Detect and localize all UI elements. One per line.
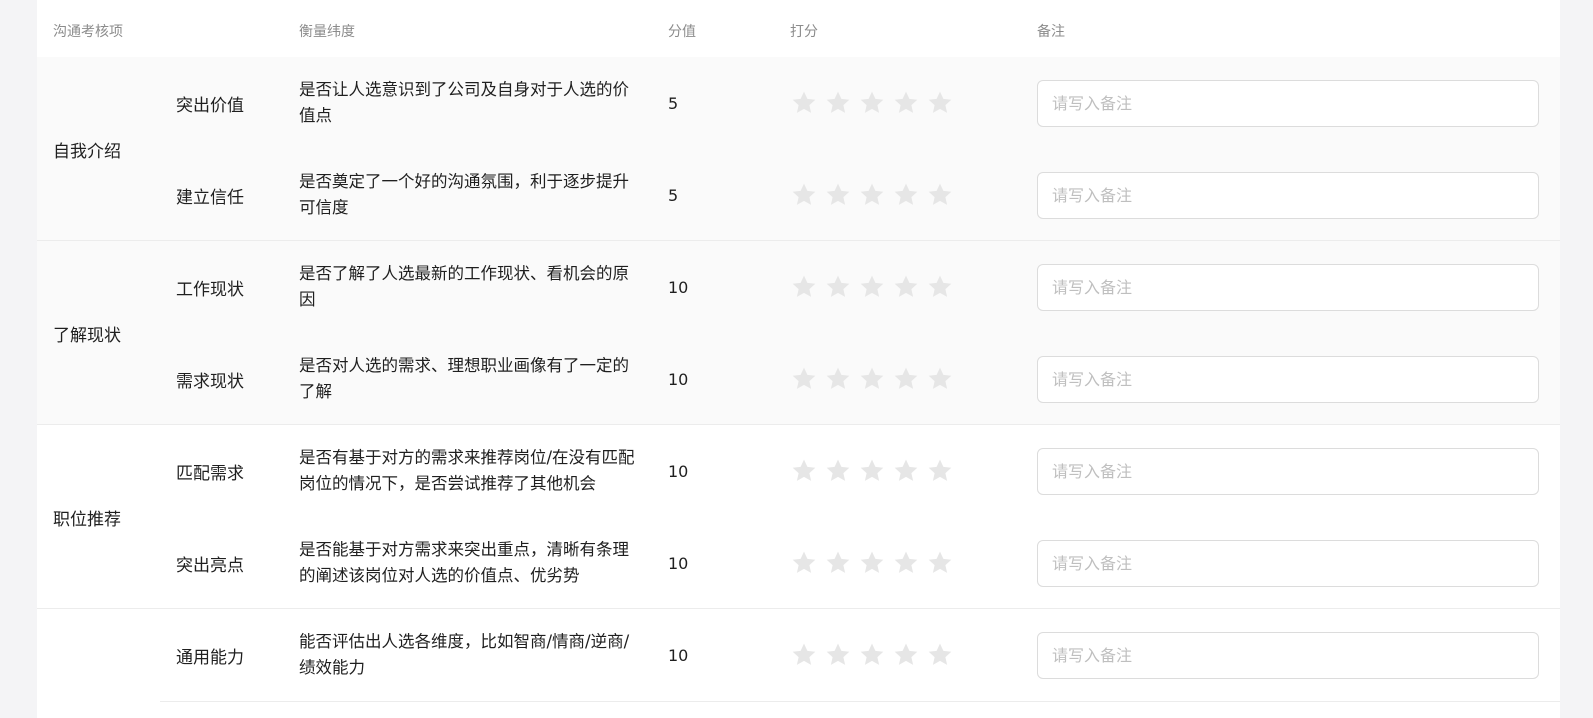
star-icon[interactable] [926, 181, 954, 209]
star-icon[interactable] [926, 89, 954, 117]
header-note: 备注 [1037, 24, 1065, 40]
evaluation-table: 沟通考核项 衡量纬度 分值 打分 备注 自我介绍 突出价值 是否让人选意识到了公… [37, 0, 1560, 718]
header-category: 沟通考核项 [53, 24, 123, 40]
star-icon[interactable] [892, 457, 920, 485]
star-icon[interactable] [858, 89, 886, 117]
star-icon[interactable] [926, 273, 954, 301]
row-dimension: 能否评估出人选各维度，比如智商/情商/逆商/绩效能力 [299, 632, 630, 677]
row-score: 10 [668, 553, 689, 573]
table-group: 自我介绍 突出价值 是否让人选意识到了公司及自身对于人选的价值点 5 建立信任 … [37, 57, 1560, 241]
star-icon[interactable] [892, 549, 920, 577]
star-icon[interactable] [892, 365, 920, 393]
star-icon[interactable] [824, 89, 852, 117]
row-score: 10 [668, 461, 689, 481]
group-label [37, 609, 160, 718]
star-icon[interactable] [926, 457, 954, 485]
row-score: 5 [668, 93, 679, 113]
note-input[interactable] [1037, 540, 1539, 587]
star-icon[interactable] [926, 549, 954, 577]
star-icon[interactable] [926, 641, 954, 669]
note-input[interactable] [1037, 448, 1539, 495]
table-row: 匹配需求 是否有基于对方的需求来推荐岗位/在没有匹配岗位的情况下，是否尝试推荐了… [160, 425, 1560, 518]
table-group: 通用能力 能否评估出人选各维度，比如智商/情商/逆商/绩效能力 10 [37, 609, 1560, 718]
star-rating[interactable] [790, 333, 954, 425]
group-label: 职位推荐 [37, 425, 160, 609]
star-icon[interactable] [790, 181, 818, 209]
star-rating[interactable] [790, 517, 954, 609]
star-icon[interactable] [790, 273, 818, 301]
star-icon[interactable] [858, 457, 886, 485]
table-row: 通用能力 能否评估出人选各维度，比如智商/情商/逆商/绩效能力 10 [160, 609, 1560, 702]
header-rating: 打分 [790, 24, 818, 40]
note-input[interactable] [1037, 172, 1539, 219]
star-icon[interactable] [892, 641, 920, 669]
star-icon[interactable] [790, 549, 818, 577]
row-item: 工作现状 [176, 279, 244, 300]
star-icon[interactable] [892, 181, 920, 209]
star-icon[interactable] [858, 181, 886, 209]
header-score: 分值 [668, 24, 696, 40]
table-row: 突出价值 是否让人选意识到了公司及自身对于人选的价值点 5 [160, 57, 1560, 150]
row-item: 匹配需求 [176, 463, 244, 484]
row-score: 10 [668, 277, 689, 297]
note-input[interactable] [1037, 356, 1539, 403]
row-dimension: 是否了解了人选最新的工作现状、看机会的原因 [299, 264, 629, 309]
star-icon[interactable] [790, 89, 818, 117]
star-icon[interactable] [790, 457, 818, 485]
row-item: 需求现状 [176, 371, 244, 392]
star-icon[interactable] [926, 365, 954, 393]
star-icon[interactable] [790, 365, 818, 393]
note-input[interactable] [1037, 264, 1539, 311]
row-dimension: 是否能基于对方需求来突出重点，清晰有条理的阐述该岗位对人选的价值点、优劣势 [299, 540, 629, 585]
star-icon[interactable] [858, 549, 886, 577]
row-score: 5 [668, 185, 679, 205]
row-item: 建立信任 [176, 187, 244, 208]
table-group: 职位推荐 匹配需求 是否有基于对方的需求来推荐岗位/在没有匹配岗位的情况下，是否… [37, 425, 1560, 609]
table-row: 建立信任 是否奠定了一个好的沟通氛围，利于逐步提升可信度 5 [160, 149, 1560, 241]
star-icon[interactable] [892, 273, 920, 301]
star-icon[interactable] [824, 549, 852, 577]
row-item: 通用能力 [176, 647, 244, 668]
star-icon[interactable] [858, 365, 886, 393]
group-label: 自我介绍 [37, 57, 160, 241]
row-item: 突出亮点 [176, 555, 244, 576]
table-group: 了解现状 工作现状 是否了解了人选最新的工作现状、看机会的原因 10 需求现状 … [37, 241, 1560, 425]
table-row: 工作现状 是否了解了人选最新的工作现状、看机会的原因 10 [160, 241, 1560, 334]
note-input[interactable] [1037, 80, 1539, 127]
table-row: 需求现状 是否对人选的需求、理想职业画像有了一定的了解 10 [160, 333, 1560, 425]
group-label: 了解现状 [37, 241, 160, 425]
star-rating[interactable] [790, 241, 954, 333]
star-icon[interactable] [892, 89, 920, 117]
row-dimension: 是否对人选的需求、理想职业画像有了一定的了解 [299, 356, 629, 401]
star-icon[interactable] [824, 457, 852, 485]
star-icon[interactable] [858, 273, 886, 301]
star-icon[interactable] [824, 181, 852, 209]
star-rating[interactable] [790, 609, 954, 701]
header-dimension: 衡量纬度 [299, 24, 355, 40]
star-icon[interactable] [790, 641, 818, 669]
star-icon[interactable] [858, 641, 886, 669]
star-icon[interactable] [824, 365, 852, 393]
row-dimension: 是否有基于对方的需求来推荐岗位/在没有匹配岗位的情况下，是否尝试推荐了其他机会 [299, 448, 635, 493]
star-icon[interactable] [824, 641, 852, 669]
row-score: 10 [668, 369, 689, 389]
note-input[interactable] [1037, 632, 1539, 679]
row-score: 10 [668, 645, 689, 665]
star-icon[interactable] [824, 273, 852, 301]
row-dimension: 是否让人选意识到了公司及自身对于人选的价值点 [299, 80, 629, 125]
row-item: 突出价值 [176, 95, 244, 116]
table-row: 突出亮点 是否能基于对方需求来突出重点，清晰有条理的阐述该岗位对人选的价值点、优… [160, 517, 1560, 609]
row-dimension: 是否奠定了一个好的沟通氛围，利于逐步提升可信度 [299, 172, 629, 217]
star-rating[interactable] [790, 149, 954, 241]
star-rating[interactable] [790, 57, 954, 149]
table-header: 沟通考核项 衡量纬度 分值 打分 备注 [37, 0, 1560, 58]
star-rating[interactable] [790, 425, 954, 517]
